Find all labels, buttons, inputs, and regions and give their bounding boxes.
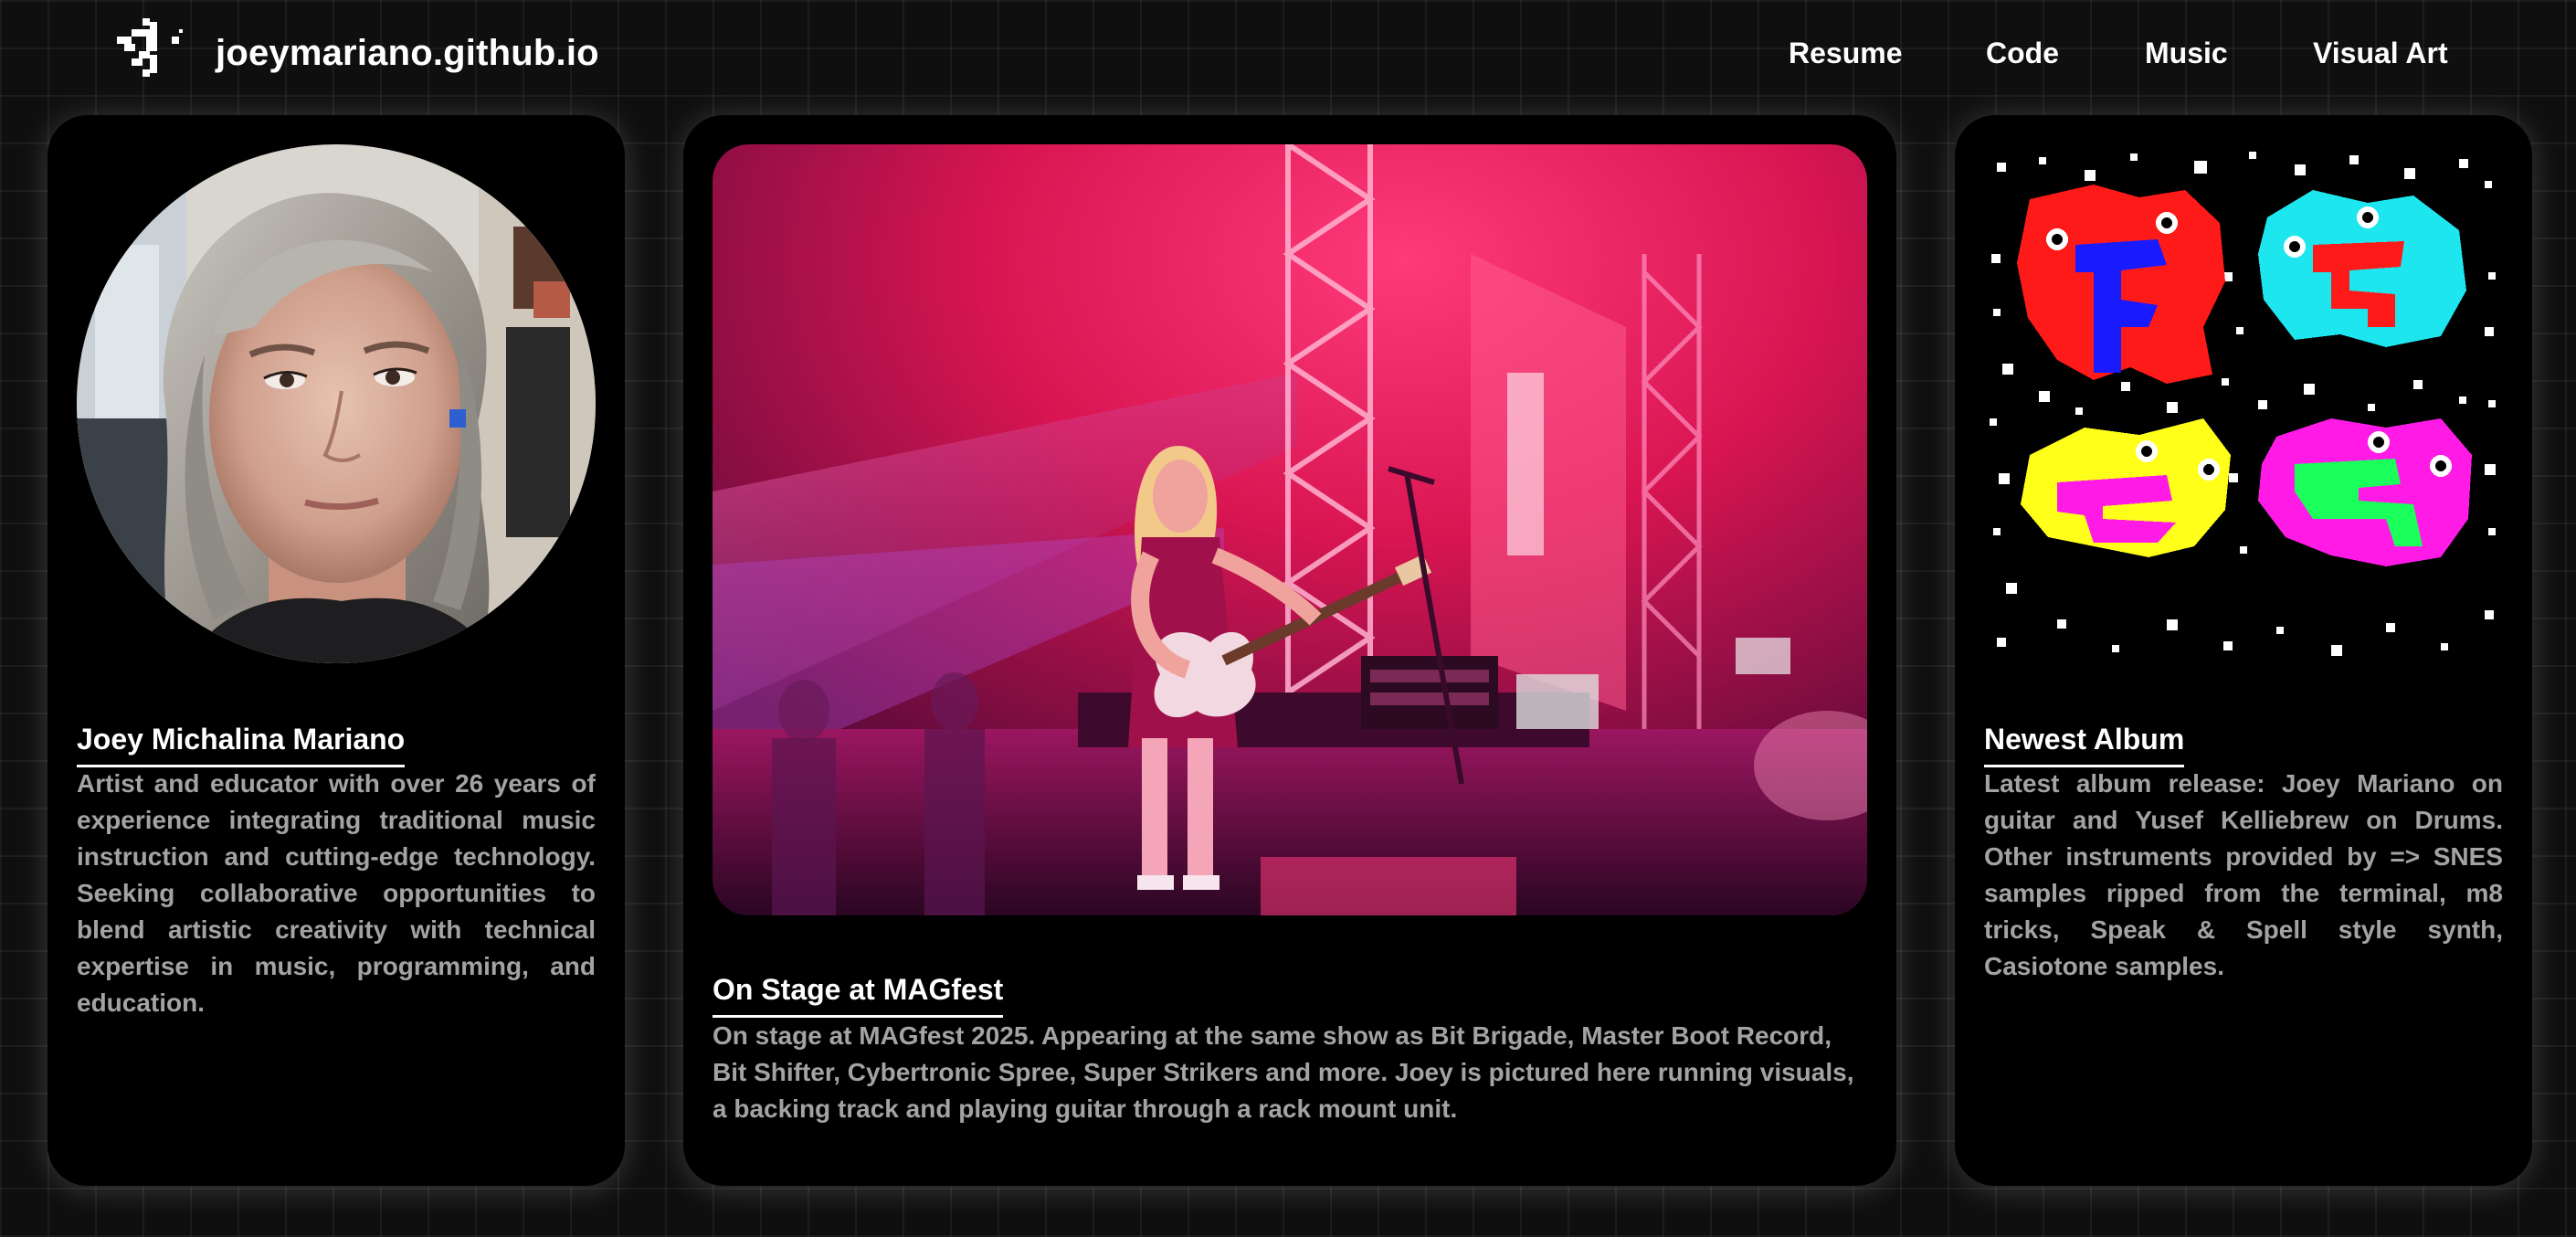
album-card: Newest Album Latest album release: Joey … (1955, 115, 2532, 1186)
feature-card: On Stage at MAGfest On stage at MAGfest … (683, 115, 1896, 1186)
album-title: Newest Album (1984, 721, 2185, 767)
pixel-figure-logo-icon[interactable] (117, 18, 190, 84)
album-description: Latest album release: Joey Mariano on gu… (1984, 769, 2503, 980)
profile-name: Joey Michalina Mariano (77, 721, 406, 767)
profile-photo (77, 144, 596, 663)
nav-music-link[interactable]: Music (2145, 35, 2228, 71)
nav-visual-art-link[interactable]: Visual Art (2313, 35, 2448, 71)
feature-title: On Stage at MAGfest (713, 971, 1004, 1018)
profile-card: Joey Michalina Mariano Artist and educat… (48, 115, 625, 1186)
stage-photo (713, 144, 1867, 915)
profile-bio: Artist and educator with over 26 years o… (77, 769, 596, 1017)
site-title[interactable]: joeymariano.github.io (216, 31, 599, 75)
album-cover-art (1984, 144, 2503, 663)
nav-resume-link[interactable]: Resume (1789, 35, 1903, 71)
site-header: joeymariano.github.io Resume Code Music … (0, 0, 2576, 106)
feature-description: On stage at MAGfest 2025. Appearing at t… (713, 1021, 1854, 1123)
nav-code-link[interactable]: Code (1986, 35, 2059, 71)
